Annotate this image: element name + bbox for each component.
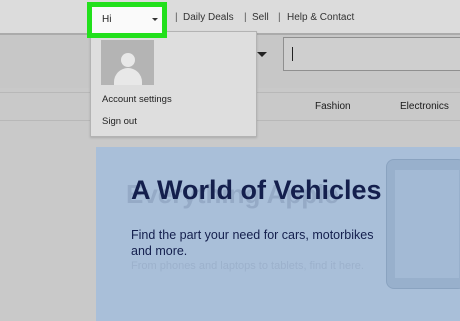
hero-subtitle: Find the part your need for cars, motorb… [131,228,374,258]
user-greeting-button[interactable]: Hi [87,2,167,38]
chevron-down-icon [152,18,158,21]
hero-banner[interactable]: Everything Apple From phones and laptops… [96,147,460,321]
nav-sell[interactable]: Sell [252,12,269,23]
category-dropdown-caret-icon[interactable] [257,52,267,57]
account-dropdown-menu: Account settings Sign out [90,31,257,137]
avatar [101,40,154,85]
user-greeting: Hi [102,14,112,25]
account-settings-link[interactable]: Account settings [102,94,172,105]
category-electronics[interactable]: Electronics [400,101,449,112]
category-fashion[interactable]: Fashion [315,101,351,112]
nav-help-contact[interactable]: Help & Contact [287,12,354,23]
tablet-screen [395,170,459,278]
nav-daily-deals[interactable]: Daily Deals [183,12,234,23]
search-input[interactable] [283,37,460,71]
sign-out-link[interactable]: Sign out [102,116,137,127]
nav-separator: | [278,12,281,23]
nav-separator: | [175,12,178,23]
avatar-body-icon [114,68,142,85]
hero-background-subtitle: From phones and laptops to tablets, find… [131,260,364,272]
avatar-head-icon [121,53,135,67]
hero-title: A World of Vehicles [131,175,382,205]
nav-separator: | [244,12,247,23]
tablet-image [386,159,460,289]
text-cursor [292,47,293,61]
